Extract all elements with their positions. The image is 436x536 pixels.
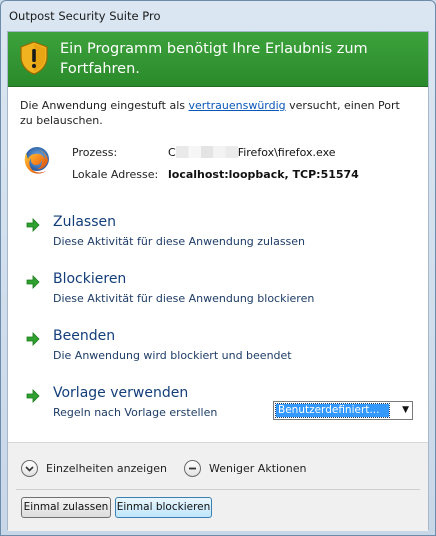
chevron-down-icon: ▼ (402, 405, 409, 415)
action-terminate-title: Beenden (53, 328, 116, 344)
action-block-title: Blockieren (53, 271, 127, 287)
action-block-desc: Diese Aktivität für diese Anwendung bloc… (53, 292, 315, 305)
firefox-icon (24, 147, 49, 174)
title-bar[interactable]: Outpost Security Suite Pro (1, 1, 435, 31)
action-template-title: Vorlage verwenden (53, 385, 189, 401)
action-terminate[interactable]: Beenden Die Anwendung wird blockiert und… (26, 328, 406, 364)
dialog-window: Outpost Security Suite Pro Ein Programm … (0, 0, 436, 536)
redacted-path (175, 146, 238, 158)
address-value: localhost:loopback, TCP:51574 (168, 168, 359, 181)
action-block[interactable]: Blockieren Diese Aktivität für diese Anw… (26, 271, 406, 307)
dialog-body: Ein Programm benötigt Ihre Erlaubnis zum… (7, 31, 429, 531)
block-once-button[interactable]: Einmal blockieren (115, 497, 212, 518)
address-label: Lokale Adresse: (72, 168, 159, 181)
warning-banner: Ein Programm benötigt Ihre Erlaubnis zum… (8, 32, 428, 87)
action-terminate-desc: Die Anwendung wird blockiert und beendet (53, 349, 292, 362)
process-value-start: C (168, 146, 176, 159)
action-allow-title: Zulassen (53, 214, 117, 230)
banner-message: Ein Programm benötigt Ihre Erlaubnis zum… (60, 41, 368, 77)
minus-icon (184, 460, 201, 477)
template-dropdown-value: Benutzerdefiniert... (275, 403, 390, 418)
template-dropdown[interactable]: Benutzerdefiniert... ▼ (273, 401, 413, 420)
window-title: Outpost Security Suite Pro (9, 9, 161, 23)
shield-warning-icon (20, 41, 48, 75)
description-text: Die Anwendung eingestuft als vertrauensw… (20, 98, 415, 128)
process-label: Prozess: (72, 146, 118, 159)
action-use-template[interactable]: Vorlage verwenden Regeln nach Vorlage er… (26, 385, 266, 421)
action-allow[interactable]: Zulassen Diese Aktivität für diese Anwen… (26, 214, 406, 250)
arrow-right-icon (26, 332, 40, 346)
allow-once-button[interactable]: Einmal zulassen (21, 497, 111, 518)
process-value-end: Firefox\firefox.exe (237, 146, 336, 159)
chevron-down-icon (21, 460, 38, 477)
trusted-link[interactable]: vertrauenswürdig (189, 99, 286, 112)
process-value: C Firefox\firefox.exe (168, 146, 336, 159)
footer-divider (16, 489, 420, 490)
action-template-desc: Regeln nach Vorlage erstellen (53, 406, 218, 419)
fewer-actions-toggle[interactable]: Weniger Aktionen (184, 460, 314, 478)
arrow-right-icon (26, 389, 40, 403)
show-details-toggle[interactable]: Einzelheiten anzeigen (21, 460, 171, 478)
arrow-right-icon (26, 218, 40, 232)
description-prefix: Die Anwendung eingestuft als (20, 99, 189, 112)
action-allow-desc: Diese Aktivität für diese Anwendung zula… (53, 235, 306, 248)
show-details-label: Einzelheiten anzeigen (46, 462, 167, 475)
arrow-right-icon (26, 275, 40, 289)
fewer-actions-label: Weniger Aktionen (209, 462, 307, 475)
